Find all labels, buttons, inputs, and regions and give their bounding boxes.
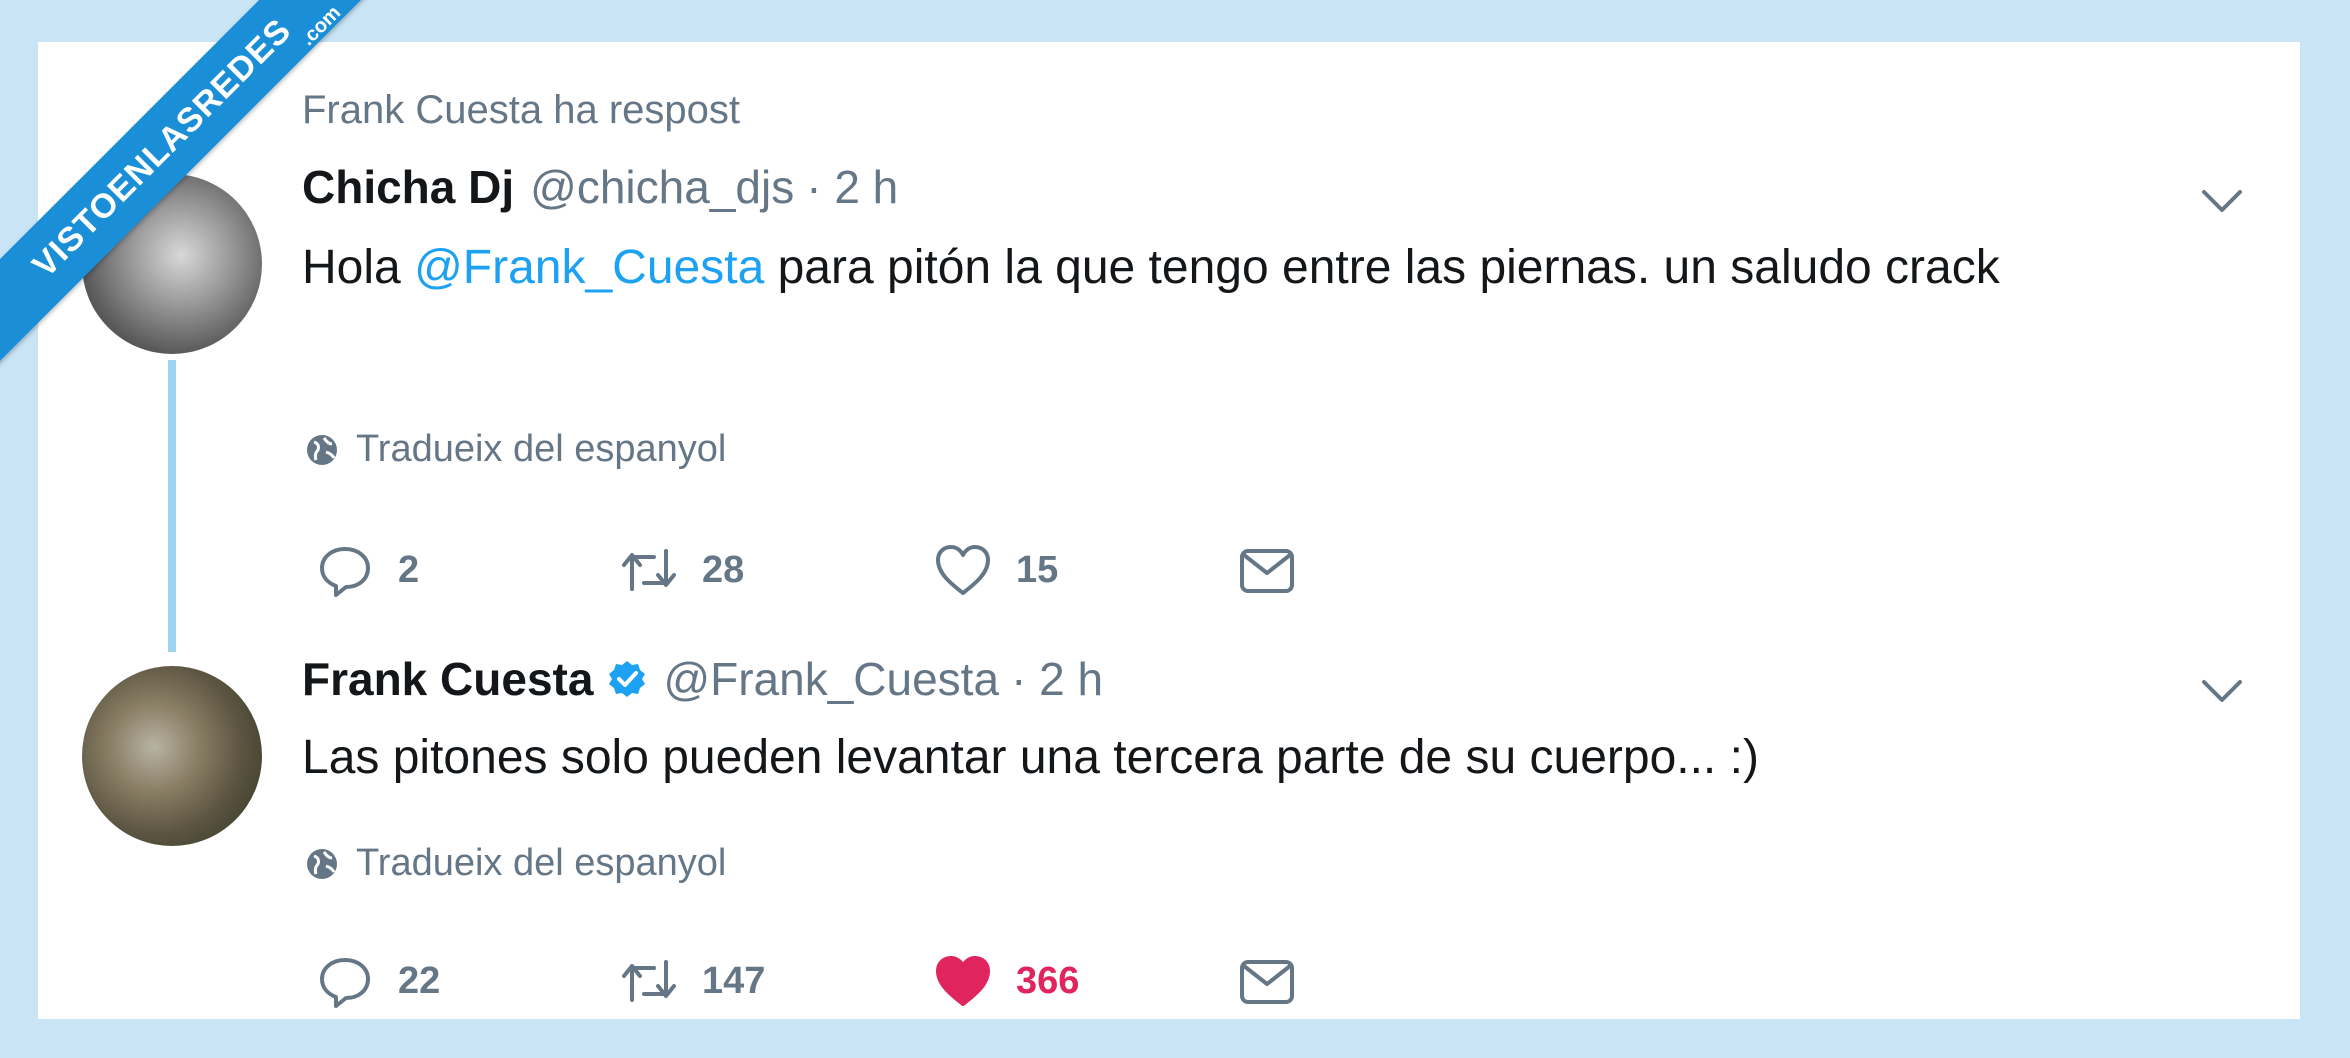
direct-message-button[interactable] xyxy=(1236,946,1298,1016)
translate-link[interactable]: Tradueix del espanyol xyxy=(304,842,726,885)
tweet-header: Chicha Dj @chicha_djs · 2 h xyxy=(302,160,898,214)
like-button[interactable]: 366 xyxy=(932,946,1079,1016)
reply-count: 2 xyxy=(398,548,420,591)
tweet-actions: 22 147 366 xyxy=(314,946,1414,1016)
verified-badge-icon xyxy=(609,661,646,697)
like-icon xyxy=(936,545,990,595)
reply-button[interactable]: 22 xyxy=(314,946,440,1016)
reply-count: 22 xyxy=(398,959,441,1002)
timestamp[interactable]: · 2 h xyxy=(806,160,898,214)
tweet-actions: 2 28 15 xyxy=(314,535,1414,605)
retweet-count: 28 xyxy=(702,548,745,591)
display-name[interactable]: Chicha Dj xyxy=(302,160,514,214)
direct-message-icon xyxy=(1240,960,1294,1004)
chevron-down-icon[interactable] xyxy=(2196,672,2248,712)
tweet-header: Frank Cuesta @Frank_Cuesta · 2 h xyxy=(302,652,1103,706)
reply-icon xyxy=(320,547,370,597)
like-count: 366 xyxy=(1016,959,1080,1002)
reply-button[interactable]: 2 xyxy=(314,535,419,605)
tweet-text-end: para pitón la que tengo entre las pierna… xyxy=(764,241,2000,294)
direct-message-icon xyxy=(1240,549,1294,593)
retweet-context: Frank Cuesta ha respost xyxy=(302,88,740,132)
translate-link[interactable]: Tradueix del espanyol xyxy=(304,428,726,471)
retweet-icon xyxy=(622,960,676,1002)
retweet-button[interactable]: 147 xyxy=(618,946,765,1016)
globe-icon xyxy=(307,848,337,879)
like-count: 15 xyxy=(1016,548,1059,591)
retweet-icon xyxy=(622,549,676,591)
display-name[interactable]: Frank Cuesta xyxy=(302,652,593,706)
retweet-count: 147 xyxy=(702,959,766,1002)
globe-icon xyxy=(307,434,337,465)
reply-icon xyxy=(320,958,370,1008)
tweet-text: Las pitones solo pueden levantar una ter… xyxy=(302,731,1759,784)
chevron-down-icon[interactable] xyxy=(2196,182,2248,222)
thread-connector xyxy=(168,360,176,652)
retweet-button[interactable]: 28 xyxy=(618,535,744,605)
tweet-text: Hola @Frank_Cuesta para pitón la que ten… xyxy=(302,230,2202,306)
like-button[interactable]: 15 xyxy=(932,535,1058,605)
timestamp[interactable]: · 2 h xyxy=(1011,652,1103,706)
username[interactable]: @chicha_djs xyxy=(530,160,794,214)
mention-link[interactable]: @Frank_Cuesta xyxy=(414,241,764,294)
tweet-text-start: Hola xyxy=(302,241,415,294)
like-icon xyxy=(936,956,990,1006)
translate-label: Tradueix del espanyol xyxy=(356,428,727,470)
direct-message-button[interactable] xyxy=(1236,535,1298,605)
username[interactable]: @Frank_Cuesta xyxy=(663,652,999,706)
translate-label: Tradueix del espanyol xyxy=(356,842,727,884)
avatar[interactable] xyxy=(82,666,262,846)
